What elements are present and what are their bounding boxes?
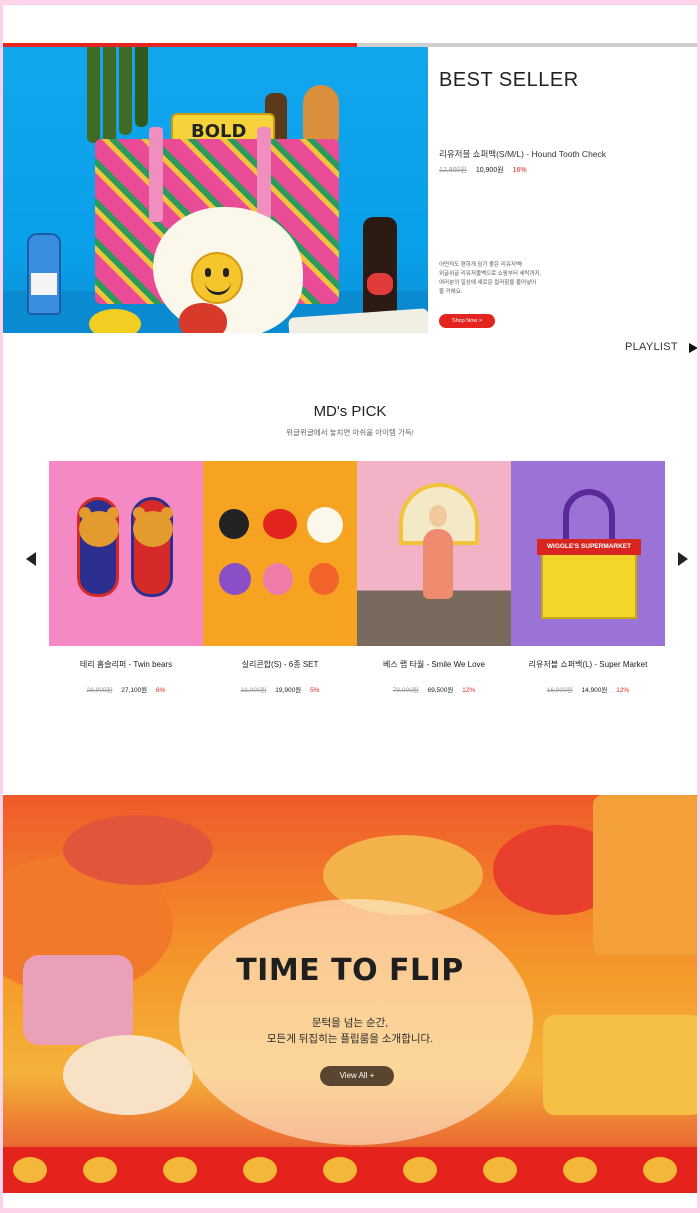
vegetable-decor (119, 47, 132, 135)
product-prices: 16,900원 14,900원 12% (511, 684, 665, 694)
discount-rate: 6% (155, 687, 166, 694)
best-seller-prices: 12,900원 10,900원 16% (439, 165, 527, 175)
playlist-link[interactable]: PLAYLIST (625, 341, 678, 353)
flower-floor (3, 1147, 697, 1193)
cat-case-icon (219, 509, 249, 539)
bag-strap (149, 127, 163, 222)
bear-case-icon (219, 563, 251, 595)
sale-price: 27,100원 (121, 687, 148, 694)
time-to-flip-banner: TIME TO FLIP 문턱을 넘는 순간, 모든게 뒤집히는 플립룸을 소개… (3, 795, 697, 1193)
lemon-decor (89, 309, 141, 333)
water-bottle-decor (27, 233, 61, 315)
description-line: 위글위글 리유저블백으로 쇼핑부터 세탁까지, (439, 271, 542, 277)
md-pick-title: MD's PICK (313, 403, 387, 420)
product-card[interactable]: 테리 홈슬리퍼 - Twin bears 28,900원 27,100원 6% (49, 461, 203, 701)
room-decor (63, 815, 213, 885)
flip-tagline: 문턱을 넘는 순간, (311, 1017, 389, 1029)
page: BOLD BEST SELLER 리유저블 쇼퍼백(S/M/L) - Hound… (3, 5, 697, 1208)
best-seller-title: BEST SELLER (439, 69, 579, 91)
shop-now-button[interactable]: Shop Now > (439, 314, 495, 328)
product-prices: 28,900원 27,100원 6% (49, 684, 203, 694)
discount-rate: 5% (309, 687, 320, 694)
product-image-shopper-bag[interactable]: WIGGLE'S SUPERMARKET (511, 461, 665, 646)
apple-decor (179, 303, 227, 333)
sofa-decor (543, 1015, 697, 1115)
product-name[interactable]: 베스 랩 타월 - Smile We Love (357, 659, 511, 670)
original-price: 79,000원 (392, 687, 419, 694)
bag-strap (257, 127, 271, 222)
sale-price: 19,900원 (275, 687, 302, 694)
original-price: 12,900원 (439, 167, 467, 174)
pillow-decor (63, 1035, 193, 1115)
flip-tagline: 모든게 뒤집히는 플립룸을 소개합니다. (266, 1033, 434, 1045)
product-card[interactable]: 실리콘합(S) - 6종 SET 21,000원 19,900원 5% (203, 461, 357, 701)
flower-case-icon (307, 507, 343, 543)
tote-banner: WIGGLE'S SUPERMARKET (537, 539, 641, 555)
md-pick-subtitle: 위글위글에서 놓치면 아쉬울 아이템 가득! (286, 428, 414, 437)
description-line: 어떤적도 편하게 담기 좋은 리유저백! (439, 262, 523, 268)
vegetable-decor (103, 47, 116, 153)
best-seller-section: BOLD BEST SELLER 리유저블 쇼퍼백(S/M/L) - Hound… (3, 43, 697, 353)
tulip-case-icon (263, 563, 293, 595)
bag-handle (563, 489, 615, 545)
product-name[interactable]: 리유저블 쇼퍼백(L) - Super Market (511, 659, 665, 670)
product-card[interactable]: WIGGLE'S SUPERMARKET 리유저블 쇼퍼백(L) - Super… (511, 461, 665, 701)
sale-price: 69,500원 (427, 687, 454, 694)
original-price: 21,000원 (240, 687, 267, 694)
product-prices: 21,000원 19,900원 5% (203, 684, 357, 694)
best-seller-product-image[interactable]: BOLD (3, 47, 428, 333)
product-image-silicone-cases[interactable] (203, 461, 357, 646)
sale-price: 10,900원 (475, 167, 504, 174)
discount-rate: 16% (512, 167, 527, 174)
bear-face-icon (79, 507, 119, 547)
product-name[interactable]: 테리 홈슬리퍼 - Twin bears (49, 659, 203, 670)
cola-bottle-decor (363, 217, 397, 317)
heart-case-icon (263, 509, 297, 539)
original-price: 16,900원 (546, 687, 573, 694)
product-image-slippers[interactable] (49, 461, 203, 646)
model-dress (423, 529, 453, 599)
product-card[interactable]: 베스 랩 타월 - Smile We Love 79,000원 69,500원 … (357, 461, 511, 701)
flip-title: TIME TO FLIP (236, 953, 464, 988)
description-line: 줄 거에요. (439, 289, 463, 295)
discount-rate: 12% (616, 687, 630, 694)
description-line: 여러분의 일상에 새로운 컬러함을 불어넣어 (439, 280, 537, 286)
product-name[interactable]: 실리콘합(S) - 6종 SET (203, 659, 357, 670)
product-image-bath-wrap[interactable] (357, 461, 511, 646)
tulip-case-icon (309, 563, 339, 595)
best-seller-product-name[interactable]: 리유저블 쇼퍼백(S/M/L) - Hound Tooth Check (439, 148, 606, 160)
view-all-button[interactable]: View All + (320, 1066, 394, 1086)
model-head (429, 505, 447, 527)
product-prices: 79,000원 69,500원 12% (357, 684, 511, 694)
vegetable-decor (87, 47, 100, 143)
play-icon[interactable] (689, 343, 697, 353)
original-price: 28,900원 (86, 687, 113, 694)
sale-price: 14,900원 (581, 687, 608, 694)
best-seller-description: 어떤적도 편하게 담기 좋은 리유저백! 위글위글 리유저블백으로 쇼핑부터 세… (439, 261, 559, 297)
bear-face-icon (133, 507, 173, 547)
discount-rate: 12% (462, 687, 476, 694)
smiley-face-icon (191, 252, 243, 304)
carousel-prev-arrow-icon[interactable] (26, 552, 36, 566)
best-seller-info: BEST SELLER 리유저블 쇼퍼백(S/M/L) - Hound Toot… (439, 65, 697, 353)
carousel-next-arrow-icon[interactable] (678, 552, 688, 566)
curtain-decor (593, 795, 697, 955)
vegetable-decor (135, 47, 148, 127)
